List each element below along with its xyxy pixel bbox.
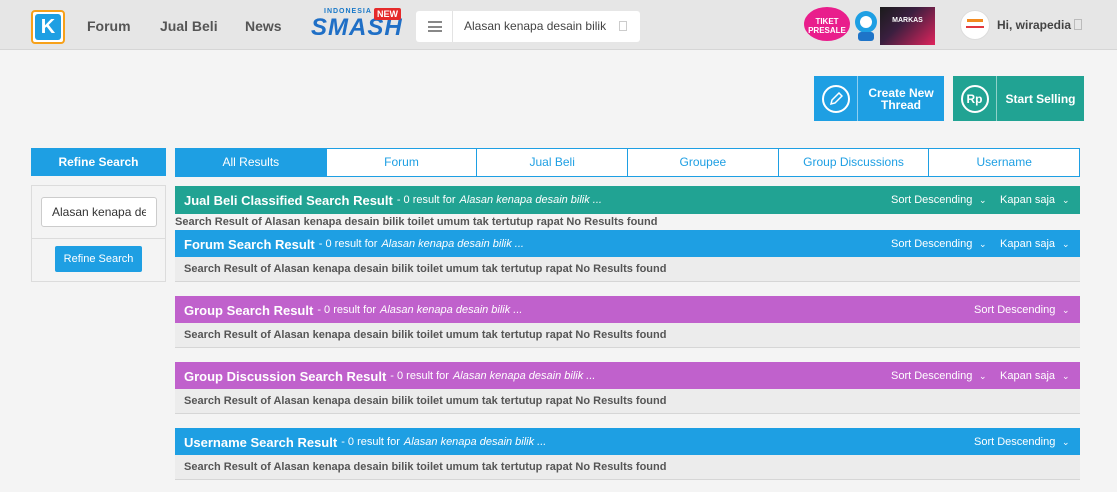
chevron-down-icon[interactable]: ⌄ — [979, 195, 987, 206]
tab-all-results[interactable]: All Results — [175, 148, 327, 177]
result-tabs: All Results Forum Jual Beli Groupee Grou… — [175, 148, 1081, 177]
result-query: Alasan kenapa desain bilik ... — [459, 194, 602, 206]
result-query: Alasan kenapa desain bilik ... — [381, 238, 524, 250]
btn-icon-wrap — [814, 76, 858, 121]
chevron-down-icon[interactable]: ⌄ — [1062, 195, 1070, 206]
username-result-body: Search Result of Alasan kenapa desain bi… — [175, 455, 1080, 480]
create-label-line2: Thread — [880, 97, 921, 112]
chevron-down-icon[interactable]: ⌄ — [1062, 305, 1070, 316]
refine-search-panel: Refine Search — [31, 185, 166, 282]
mascot-icon[interactable] — [853, 8, 879, 42]
username-result-header: Username Search Result - 0 result for Al… — [175, 428, 1080, 456]
rupiah-icon: Rp — [960, 84, 989, 113]
kaskus-logo[interactable]: K — [31, 10, 65, 44]
user-greeting[interactable]: Hi, wirapedia — [997, 18, 1071, 32]
start-selling-label: Start Selling — [1005, 91, 1076, 106]
search-options-icon[interactable] — [619, 21, 627, 31]
hamburger-menu-icon[interactable] — [428, 21, 442, 32]
result-count: - 0 result for — [318, 238, 378, 250]
start-selling-button[interactable]: Rp Start Selling — [953, 76, 1084, 121]
result-query: Alasan kenapa desain bilik ... — [452, 370, 596, 382]
tab-forum[interactable]: Forum — [325, 148, 478, 177]
result-title: Jual Beli Classified Search Result — [184, 192, 393, 208]
tab-groupee[interactable]: Groupee — [627, 148, 779, 177]
user-menu-caret-icon[interactable] — [1074, 19, 1082, 30]
chevron-down-icon[interactable]: ⌄ — [1062, 371, 1070, 382]
group-discussion-result-body: Search Result of Alasan kenapa desain bi… — [175, 389, 1080, 414]
pencil-icon — [821, 84, 850, 113]
result-title: Group Discussion Search Result — [184, 368, 387, 384]
result-title: Group Search Result — [184, 302, 314, 318]
result-count: - 0 result for — [390, 370, 449, 382]
result-query: Alasan kenapa desain bilik ... — [403, 436, 547, 448]
promo-ticket-line1: TIKET — [815, 17, 839, 26]
chevron-down-icon[interactable]: ⌄ — [979, 239, 987, 250]
create-thread-label: Create New Thread — [858, 87, 944, 111]
tab-jual-beli[interactable]: Jual Beli — [476, 148, 629, 177]
search-separator — [452, 11, 453, 42]
event-name: MARKAS — [892, 17, 923, 24]
time-filter-dropdown[interactable]: Kapan saja — [1000, 370, 1055, 382]
tab-group-discussions[interactable]: Group Discussions — [777, 148, 930, 177]
logo-mark: K — [35, 14, 61, 40]
event-banner[interactable]: MARKAS — [880, 7, 935, 45]
refine-search-button[interactable]: Refine Search — [55, 246, 142, 272]
tab-username[interactable]: Username — [928, 148, 1081, 177]
result-count: - 0 result for — [317, 304, 376, 316]
nav-link-forum[interactable]: Forum — [87, 18, 131, 34]
group-discussion-result-header: Group Discussion Search Result - 0 resul… — [175, 362, 1080, 390]
result-count: - 0 result for — [341, 436, 400, 448]
jual-beli-result-body: Search Result of Alasan kenapa desain bi… — [175, 216, 658, 228]
search-bar[interactable]: Alasan kenapa desain bilik — [416, 11, 640, 42]
sort-dropdown[interactable]: Sort Descending — [974, 436, 1055, 448]
top-navbar: K Forum Jual Beli News INDONESIA SMASH N… — [0, 0, 1117, 50]
chevron-down-icon[interactable]: ⌄ — [979, 371, 987, 382]
search-input[interactable]: Alasan kenapa desain bilik — [464, 19, 606, 33]
result-query: Alasan kenapa desain bilik ... — [380, 304, 523, 316]
nav-link-jual-beli[interactable]: Jual Beli — [160, 18, 218, 34]
group-result-header: Group Search Result - 0 result for Alasa… — [175, 296, 1080, 324]
time-filter-dropdown[interactable]: Kapan saja — [1000, 194, 1055, 206]
ticket-presale-badge[interactable]: TIKET PRESALE — [804, 7, 850, 41]
group-result-body: Search Result of Alasan kenapa desain bi… — [175, 323, 1080, 348]
create-new-thread-button[interactable]: Create New Thread — [814, 76, 944, 121]
new-badge: NEW — [374, 8, 401, 20]
forum-result-body: Search Result of Alasan kenapa desain bi… — [175, 257, 1080, 282]
jual-beli-result-header: Jual Beli Classified Search Result - 0 r… — [175, 186, 1080, 214]
sort-dropdown[interactable]: Sort Descending — [891, 370, 972, 382]
nav-link-news[interactable]: News — [245, 18, 282, 34]
btn-icon-wrap: Rp — [953, 76, 997, 121]
result-count: - 0 result for — [396, 194, 456, 206]
smash-banner-logo[interactable]: INDONESIA SMASH NEW — [310, 6, 402, 44]
chevron-down-icon[interactable]: ⌄ — [1062, 239, 1070, 250]
divider — [32, 238, 165, 239]
sort-dropdown[interactable]: Sort Descending — [974, 304, 1055, 316]
result-title: Username Search Result — [184, 434, 338, 450]
forum-result-header: Forum Search Result - 0 result for Alasa… — [175, 230, 1080, 258]
refine-search-input[interactable] — [41, 197, 157, 227]
refine-search-heading: Refine Search — [31, 148, 166, 176]
user-avatar[interactable] — [960, 10, 990, 40]
sort-dropdown[interactable]: Sort Descending — [891, 194, 972, 206]
result-title: Forum Search Result — [184, 236, 315, 252]
sort-dropdown[interactable]: Sort Descending — [891, 238, 972, 250]
chevron-down-icon[interactable]: ⌄ — [1062, 437, 1070, 448]
time-filter-dropdown[interactable]: Kapan saja — [1000, 238, 1055, 250]
promo-ticket-line2: PRESALE — [808, 26, 846, 35]
